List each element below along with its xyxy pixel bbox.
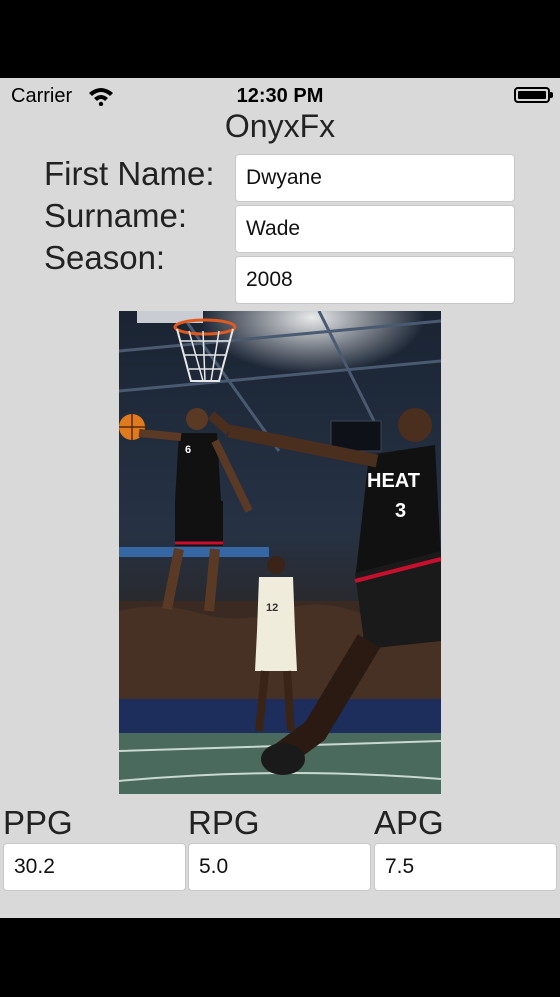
first-name-label: First Name: <box>44 155 215 192</box>
season-field[interactable] <box>235 256 515 304</box>
app-title: OnyxFx <box>224 108 336 144</box>
surname-label: Surname: <box>44 197 188 234</box>
ppg-label: PPG <box>3 804 73 841</box>
app-screen: Carrier 12:30 PM OnyxFx First Name: Surn… <box>0 78 560 918</box>
jersey-heat-text: HEAT <box>367 470 420 492</box>
jersey-number-12: 12 <box>266 602 278 614</box>
battery-icon <box>514 87 553 103</box>
rpg-field[interactable] <box>188 843 371 891</box>
apg-label: APG <box>374 804 444 841</box>
jersey-number-3: 3 <box>395 500 406 522</box>
season-label: Season: <box>44 239 166 276</box>
first-name-field[interactable] <box>235 154 515 202</box>
status-time: 12:30 PM <box>236 85 324 107</box>
jersey-number-6: 6 <box>185 444 191 456</box>
ppg-field[interactable] <box>3 843 186 891</box>
player-photo: HEAT 3 6 12 <box>119 311 441 794</box>
apg-field[interactable] <box>374 843 557 891</box>
rpg-label: RPG <box>188 804 260 841</box>
surname-field[interactable] <box>235 205 515 253</box>
